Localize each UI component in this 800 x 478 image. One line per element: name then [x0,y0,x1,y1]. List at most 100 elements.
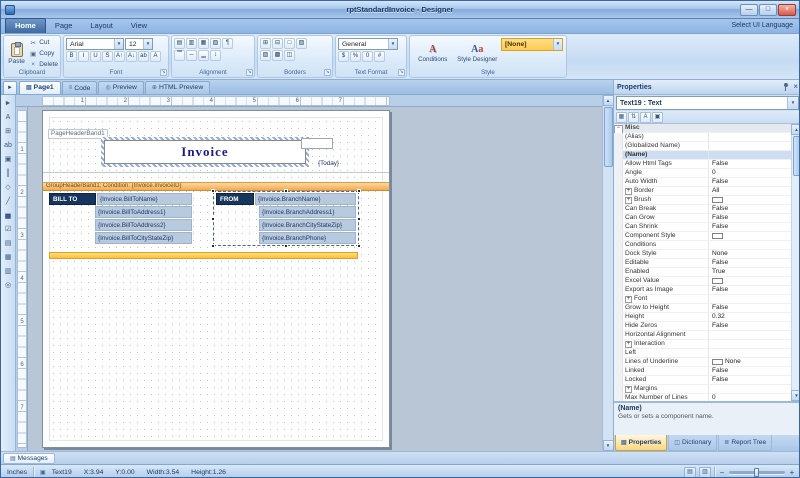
alignment-dialog-launcher[interactable]: ↘ [246,69,253,76]
border-button[interactable]: ⊟ [272,38,283,49]
property-row[interactable]: Horizontal Alignment [614,331,791,340]
property-row[interactable]: Font [614,295,791,304]
select-ui-language[interactable]: Select UI Language [732,19,794,33]
document-tab[interactable]: ◎ Preview [98,81,143,94]
panel-tab[interactable]: ≣ Report Tree [718,435,772,451]
alignment-button[interactable]: ▁ [198,50,209,61]
document-tab[interactable]: ▤ Page1 [19,81,61,94]
property-value[interactable]: False [712,160,728,168]
font-style-button[interactable]: I [78,51,89,62]
border-button[interactable]: ▩ [272,50,283,61]
property-value[interactable]: False [712,376,728,384]
borders-dialog-launcher[interactable]: ↘ [324,69,331,76]
property-grid-toolbar-button[interactable]: A [640,112,651,123]
selection-handle[interactable] [284,189,288,193]
toolbox-tool[interactable]: ⊞ [2,125,15,138]
property-value[interactable]: False [712,259,728,267]
border-button[interactable]: □ [284,38,295,49]
alignment-button[interactable]: ▦ [198,38,209,49]
property-value[interactable]: 0 [712,169,716,177]
alignment-button[interactable]: ▤ [174,38,185,49]
panel-tab[interactable]: ◫ Dictionary [668,435,717,451]
border-button[interactable]: ▧ [260,50,271,61]
alignment-button[interactable]: ▔ [174,50,185,61]
expand-icon[interactable] [625,386,632,393]
property-row[interactable]: Locked False [614,376,791,385]
text-format-button[interactable]: # [374,51,385,62]
selected-object-combo[interactable]: Text19 : Text ▼ [616,96,799,110]
selection-handle[interactable] [211,189,215,193]
group-header-band-bar[interactable]: GroupHeaderBand1; Condition: {Invoice.In… [43,182,389,191]
text-format-button[interactable]: $ [338,51,349,62]
font-dialog-launcher[interactable]: ↘ [160,69,167,76]
bill-to-field[interactable]: {Invoice.BillToAddress2} [95,219,192,231]
zoom-slider-thumb[interactable] [754,468,759,477]
invoice-title-field[interactable]: Invoice [104,140,306,164]
units-indicator[interactable]: Inches [1,469,33,476]
pointer-mode-button[interactable]: ► [3,81,17,94]
font-style-button[interactable]: B [66,51,77,62]
property-row[interactable]: Auto Width False [614,178,791,187]
property-grid-scrollbar[interactable]: ▲ ▼ [791,124,800,401]
property-grid-toolbar-button[interactable]: ⇅ [628,112,639,123]
ribbon-tab[interactable]: Page [46,19,82,33]
bill-to-name-field[interactable]: {Invoice.BillToName} [97,193,192,205]
property-row[interactable]: Interaction [614,340,791,349]
property-value[interactable]: False [712,205,728,213]
font-style-button[interactable]: U [90,51,101,62]
text-format-dialog-launcher[interactable]: ↘ [398,69,405,76]
toolbox-tool[interactable]: ▣ [2,153,15,166]
property-row[interactable]: Component Style [614,232,791,241]
ribbon-tab[interactable]: Layout [81,19,122,33]
property-value[interactable]: 0 [712,394,716,401]
font-family-combo[interactable]: Arial▼ [66,38,124,50]
toolbox-tool[interactable]: ╱ [2,195,15,208]
selection-handle[interactable] [284,244,288,248]
paste-button[interactable]: Paste [6,37,27,70]
ribbon-tab[interactable]: View [122,19,156,33]
page-width-view-button[interactable]: ▥ [699,467,711,478]
scroll-down-icon[interactable]: ▼ [603,440,614,451]
property-row[interactable]: Max Number of Lines 0 [614,394,791,401]
font-size-combo[interactable]: 12▼ [125,38,153,50]
selection-handle[interactable] [211,217,215,221]
scroll-up-icon[interactable]: ▲ [603,95,614,106]
alignment-button[interactable]: ¶ [222,38,233,49]
expand-icon[interactable] [625,188,632,195]
alignment-button[interactable]: ▧ [210,38,221,49]
property-row[interactable]: Export as Image False [614,286,791,295]
document-tab[interactable]: ≡ Code [62,81,98,94]
property-row[interactable]: Misc [614,124,791,133]
property-row[interactable]: Margins [614,385,791,394]
property-value[interactable]: 0.32 [712,313,725,321]
property-row[interactable]: Can Break False [614,205,791,214]
selection-rectangle[interactable] [213,191,359,246]
text-format-button[interactable]: % [350,51,361,62]
property-value[interactable]: All [712,187,719,195]
expand-icon[interactable] [625,341,632,348]
clipboard-small-button[interactable]: ▣ Copy [29,49,58,59]
toolbox-tool[interactable]: ab [2,139,15,152]
bill-to-header-field[interactable]: BILL TO [49,193,96,205]
property-row[interactable]: Allow Html Tags False [614,160,791,169]
style-designer-button[interactable]: Aa Style Designer [457,44,499,63]
toolbox-tool[interactable]: ▦ [2,251,15,264]
property-grid-toolbar-button[interactable]: ▦ [616,112,627,123]
zoom-out-button[interactable]: − [718,468,726,477]
property-value[interactable]: False [712,304,728,312]
ribbon-tab[interactable]: Home [5,18,46,33]
toolbox-tool[interactable]: ▅ [2,209,15,222]
border-button[interactable]: ◫ [284,50,295,61]
window-button[interactable]: × [778,4,796,16]
property-row[interactable]: Angle 0 [614,169,791,178]
page-view-button[interactable]: ▤ [684,467,696,478]
border-button[interactable]: ▨ [296,38,307,49]
property-grid-toolbar-button[interactable]: ▣ [652,112,663,123]
text-format-combo[interactable]: General▼ [338,38,398,50]
bill-to-field[interactable]: {Invoice.BillToAddress1} [95,206,192,218]
property-row[interactable]: Enabled True [614,268,791,277]
property-row[interactable]: Grow to Height False [614,304,791,313]
selection-handle[interactable] [357,189,361,193]
document-tab[interactable]: ⊕ HTML Preview [145,81,210,94]
property-value[interactable]: None [725,358,741,366]
